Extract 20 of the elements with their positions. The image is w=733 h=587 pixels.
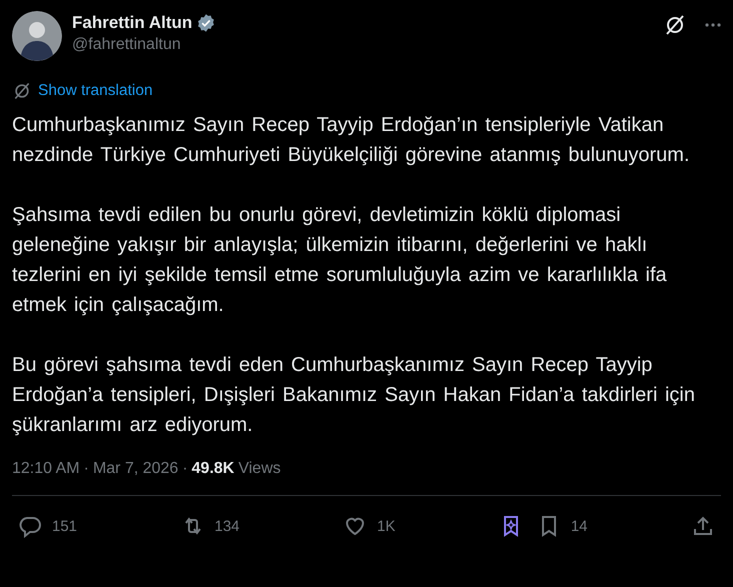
- post-paragraph: Şahsıma tevdi edilen bu onurlu görevi, devletimizin köklü diplomasi geleneğine yakışır bir anlayışla; ülkemizin itibarını, değerlerini ve haklı tezlerini en iyi şekilde temsil etme sorumluluğuyla azim ve kararlılıkla ifa etmek için çalışacağım.: [12, 203, 668, 318]
- reply-icon: [18, 514, 42, 538]
- avatar[interactable]: [12, 11, 62, 61]
- like-button[interactable]: 1K: [343, 514, 396, 538]
- reply-button[interactable]: 151: [18, 514, 78, 538]
- bookmark-button[interactable]: 14: [536, 514, 588, 538]
- author-name[interactable]: Fahrettin Altun: [72, 13, 192, 33]
- views-count: 49.8K: [192, 460, 234, 478]
- more-icon[interactable]: [705, 23, 721, 27]
- show-translation-link[interactable]: Show translation: [38, 82, 153, 100]
- post-paragraph: Cumhurbaşkanımız Sayın Recep Tayyip Erdoğan’ın tensipleriyle Vatikan nezdinde Türkiye Cumhuriyeti Büyükelçiliği görevine atanmış bulunuyorum.: [12, 113, 691, 168]
- separator-dot: ·: [182, 460, 188, 478]
- post-date[interactable]: Mar 7, 2026: [92, 460, 178, 478]
- slashed-circle-icon: [12, 81, 32, 101]
- post-time[interactable]: 12:10 AM: [12, 460, 80, 478]
- author-handle[interactable]: @fahrettinaltun: [72, 36, 216, 54]
- post-paragraph: Bu görevi şahsıma tevdi eden Cumhurbaşkanımız Sayın Recep Tayyip Erdoğan’a tensipleri, Dışişleri Bakanımız Sayın Hakan Fidan’a takdirleri için şükranlarımı arz ediyorum.: [12, 353, 696, 438]
- repost-button[interactable]: 134: [180, 514, 240, 538]
- views-label: Views: [238, 460, 281, 478]
- separator-dot: ·: [84, 460, 89, 478]
